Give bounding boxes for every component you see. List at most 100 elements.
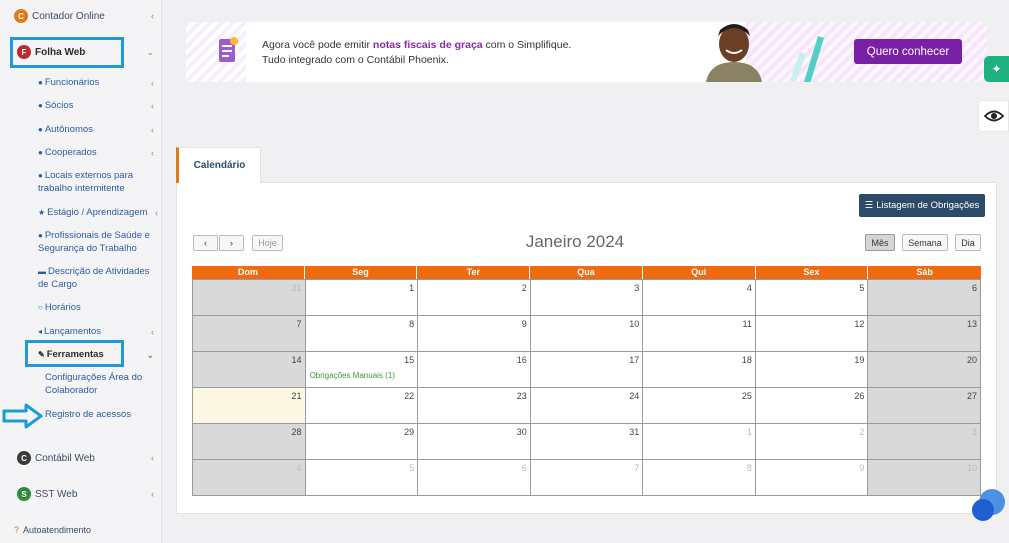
sidebar-item-label: Contador Online (32, 10, 105, 22)
calendar-day-cell[interactable]: 30 (418, 424, 531, 460)
calendar-day-cell[interactable]: 2 (755, 424, 869, 460)
sidebar-subitem-estagio[interactable]: ★ Estágio / Aprendizagem ‹ (38, 206, 158, 219)
globe-icon: ● (38, 171, 43, 180)
calendar-day-cell[interactable]: 21 (193, 388, 306, 424)
banner-line1-prefix: Agora você pode emitir (262, 39, 373, 51)
chat-assistant-icon[interactable] (970, 486, 1006, 522)
sidebar-subitem-label: Ferramentas (46, 349, 104, 360)
day-number: 18 (741, 355, 752, 365)
calendar-day-cell[interactable]: 15 Obrigações Manuais (1) (305, 352, 419, 388)
listagem-obrigacoes-button[interactable]: ☰ Listagem de Obrigações (859, 194, 985, 217)
calendar-day-cell[interactable]: 1 (643, 424, 756, 460)
calendar-day-cell[interactable]: 7 (193, 316, 306, 352)
sidebar-subitem-label: Lançamentos (44, 326, 102, 337)
sidebar-subitem-label: Horários (44, 302, 81, 313)
calendar-day-cell[interactable]: 10 (868, 460, 981, 496)
calendar-day-cell[interactable]: 7 (530, 460, 644, 496)
calendar-day-cell[interactable]: 25 (643, 388, 756, 424)
calendar-day-cell[interactable]: 6 (868, 280, 981, 316)
calendar-day-cell[interactable]: 10 (530, 316, 644, 352)
sidebar-item-label: Autoatendimento (23, 524, 92, 535)
calendar-day-cell[interactable]: 3 (868, 424, 981, 460)
sidebar-subitem-registro-acessos[interactable]: Registro de acessos (45, 408, 150, 421)
sidebar-subitem-label: Funcionários (44, 77, 100, 88)
sidebar-subitem-lancamentos[interactable]: ◂ Lançamentos ‹ (38, 325, 158, 338)
sidebar-item-contabil-web[interactable]: C Contábil Web ‹ (17, 450, 154, 466)
banner-person-image (706, 24, 762, 82)
day-number: 31 (629, 427, 640, 437)
calendar-day-cell[interactable]: 4 (643, 280, 756, 316)
calendar-day-cell[interactable]: 26 (755, 388, 869, 424)
sidebar-subitem-horarios[interactable]: ○ Horários (38, 301, 158, 314)
calendar-day-cell[interactable]: 22 (305, 388, 419, 424)
calendar-day-cell[interactable]: 8 (305, 316, 419, 352)
sidebar-subitem-cooperados[interactable]: ● Cooperados ‹ (38, 146, 158, 159)
calendar-day-cell[interactable]: 4 (193, 460, 306, 496)
calendar-day-cell[interactable]: 9 (755, 460, 869, 496)
calendar-day-cell[interactable]: 6 (418, 460, 531, 496)
calendar-day-cell[interactable]: 28 (193, 424, 306, 460)
calendar-day-cell[interactable]: 2 (418, 280, 531, 316)
view-week-button[interactable]: Semana (902, 234, 948, 251)
promo-banner: Agora você pode emitir notas fiscais de … (186, 22, 987, 82)
users-icon: ● (38, 101, 43, 110)
calendar-day-cell[interactable]: 24 (530, 388, 644, 424)
calendar-day-cell[interactable]: 20 (868, 352, 981, 388)
calendar-day-cell[interactable]: 9 (418, 316, 531, 352)
lightbulb-icon[interactable]: ✦ (984, 56, 1009, 82)
calendar-day-cell[interactable]: 31 (530, 424, 644, 460)
calendar-day-cell[interactable]: 5 (755, 280, 869, 316)
listagem-obrigacoes-label: Listagem de Obrigações (876, 200, 980, 211)
calendar-day-cell[interactable]: 27 (868, 388, 981, 424)
calendar-day-cell[interactable]: 11 (643, 316, 756, 352)
sidebar-subitem-autonomos[interactable]: ● Autônomos ‹ (38, 123, 158, 136)
quero-conhecer-button[interactable]: Quero conhecer (854, 39, 962, 64)
day-number: 24 (629, 391, 640, 401)
tab-calendario[interactable]: Calendário (176, 147, 261, 183)
sidebar-item-sst-web[interactable]: S SST Web ‹ (17, 486, 154, 502)
calendar-day-cell[interactable]: 12 (755, 316, 869, 352)
sidebar-subitem-locais-externos[interactable]: ● Locais externos para trabalho intermite… (38, 169, 148, 195)
chevron-left-icon: ‹ (151, 489, 154, 499)
view-day-button[interactable]: Dia (955, 234, 981, 251)
calendar-day-cell[interactable]: 13 (868, 316, 981, 352)
handshake-icon: ● (38, 148, 43, 157)
day-number: 21 (291, 391, 302, 401)
calendar-event[interactable]: Obrigações Manuais (1) (310, 371, 395, 380)
calendar-day-cell[interactable]: 5 (305, 460, 419, 496)
calendar-day-cell[interactable]: 16 (418, 352, 531, 388)
calendar-day-cell[interactable]: 18 (643, 352, 756, 388)
day-number: 17 (629, 355, 640, 365)
sidebar-item-folha-web[interactable]: F Folha Web ⌄ (17, 44, 154, 60)
day-number: 20 (966, 355, 977, 365)
weekday-header: Ter (417, 266, 531, 279)
sidebar-subitem-label: Autônomos (44, 124, 93, 135)
sidebar-subitem-descricao-atividades[interactable]: ▬ Descrição de Atividades de Cargo (38, 265, 153, 291)
weekday-header: Dom (192, 266, 305, 279)
chevron-left-icon: ‹ (151, 11, 154, 21)
calendar-day-cell[interactable]: 19 (755, 352, 869, 388)
sidebar-item-contador-online[interactable]: C Contador Online ‹ (14, 8, 154, 24)
calendar-day-cell[interactable]: 1 (305, 280, 419, 316)
calendar-day-cell[interactable]: 8 (643, 460, 756, 496)
day-number: 29 (404, 427, 415, 437)
next-month-button[interactable]: › (219, 235, 244, 251)
eye-icon[interactable] (978, 100, 1009, 132)
day-number: 8 (409, 319, 415, 329)
sidebar-item-autoatendimento[interactable]: ? Autoatendimento (14, 523, 154, 536)
today-button[interactable]: Hoje (252, 235, 283, 251)
calendar-day-cell[interactable]: 14 (193, 352, 306, 388)
view-month-button[interactable]: Mês (865, 234, 895, 251)
sidebar-subitem-configuracoes-colaborador[interactable]: Configurações Área do Colaborador (45, 371, 150, 397)
day-number: 27 (966, 391, 977, 401)
calendar-day-cell[interactable]: 3 (530, 280, 644, 316)
prev-month-button[interactable]: ‹ (193, 235, 218, 251)
sidebar-subitem-ferramentas[interactable]: ✎ Ferramentas ⌄ (38, 348, 158, 361)
calendar-day-cell[interactable]: 31 (193, 280, 306, 316)
calendar-day-cell[interactable]: 29 (305, 424, 419, 460)
sidebar-subitem-profissionais-saude[interactable]: ● Profissionais de Saúde e Segurança do T… (38, 229, 153, 255)
sidebar-subitem-socios[interactable]: ● Sócios ‹ (38, 99, 158, 112)
sidebar-subitem-funcionarios[interactable]: ● Funcionários ‹ (38, 76, 158, 89)
calendar-day-cell[interactable]: 23 (418, 388, 531, 424)
calendar-day-cell[interactable]: 17 (530, 352, 644, 388)
